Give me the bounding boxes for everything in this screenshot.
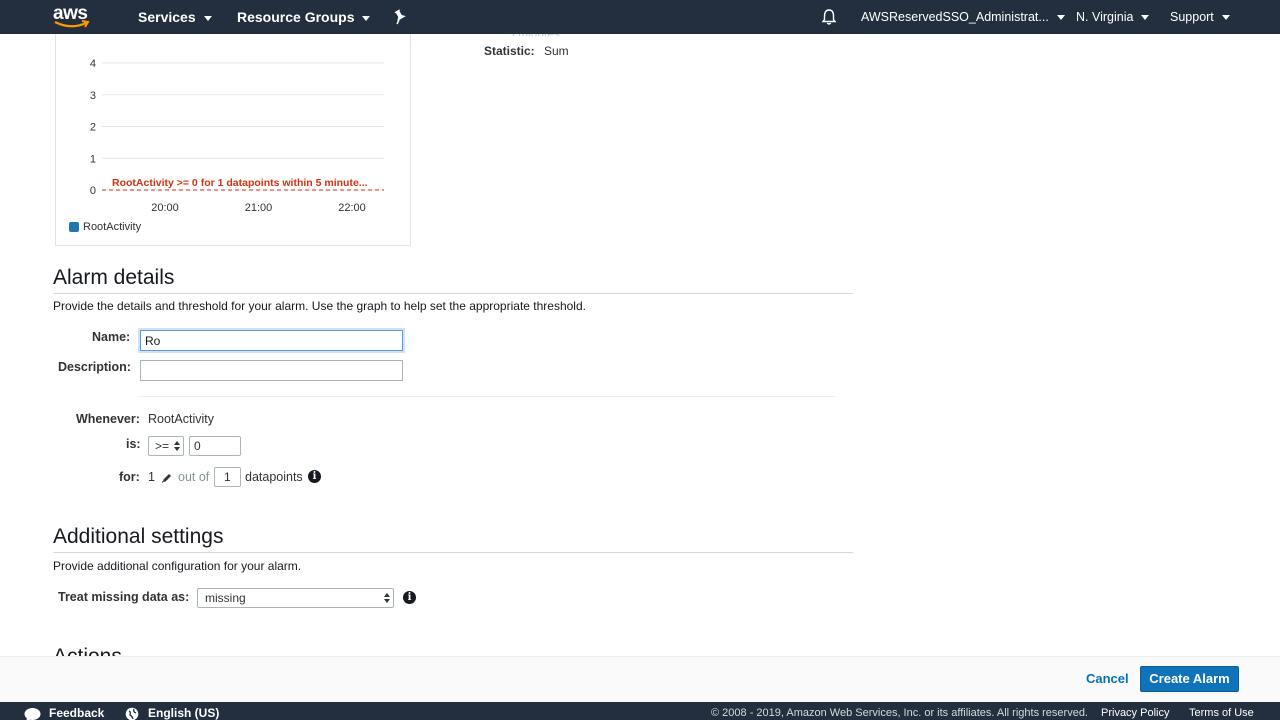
actions-title: Actions: [53, 645, 122, 656]
region-menu[interactable]: N. Virginia: [1076, 0, 1150, 34]
footer: Feedback English (US) © 2008 - 2019, Ama…: [0, 702, 1280, 720]
region-label: N. Virginia: [1076, 10, 1134, 24]
y-tick-label: 4: [90, 58, 96, 70]
language-selector[interactable]: English (US): [148, 706, 219, 720]
y-tick-label: 0: [90, 185, 96, 197]
aws-logo[interactable]: aws: [53, 3, 93, 29]
operator-select[interactable]: >=: [148, 436, 184, 456]
chevron-down-icon: [1056, 15, 1065, 21]
metric-info: Statistic: Sum: [484, 44, 569, 58]
select-arrows-icon: [174, 441, 180, 451]
section-divider: [53, 552, 853, 553]
resource-groups-label: Resource Groups: [237, 9, 355, 25]
feedback-link[interactable]: Feedback: [49, 706, 104, 720]
threshold-label: RootActivity >= 0 for 1 datapoints withi…: [112, 177, 368, 189]
pencil-icon[interactable]: [161, 472, 173, 484]
legend-label: RootActivity: [83, 221, 142, 233]
threshold-input[interactable]: 0: [189, 436, 241, 456]
form-divider: [139, 396, 835, 397]
missing-data-select[interactable]: missing: [197, 588, 394, 608]
terms-of-use-link[interactable]: Terms of Use: [1189, 707, 1254, 719]
out-of-text: out of: [178, 470, 210, 484]
copyright-text: © 2008 - 2019, Amazon Web Services, Inc.…: [711, 707, 1088, 719]
resource-groups-menu[interactable]: Resource Groups: [237, 0, 371, 34]
speech-bubble-icon: [24, 708, 41, 720]
support-menu[interactable]: Support: [1170, 0, 1230, 34]
x-tick-label: 20:00: [151, 202, 179, 214]
additional-settings-description: Provide additional configuration for you…: [53, 559, 302, 573]
y-tick-label: 1: [90, 153, 96, 165]
alarm-details-description: Provide the details and threshold for yo…: [53, 299, 586, 313]
datapoints-label: datapoints: [245, 470, 303, 484]
bell-icon[interactable]: [821, 8, 837, 26]
metric-chart-card: 0 1 2 3 4 20:00 21:00 22:00 RootActivity >= 0 fo…: [55, 30, 411, 246]
alarm-name-input[interactable]: [140, 330, 403, 351]
chevron-down-icon: [1141, 15, 1150, 21]
account-menu[interactable]: AWSReservedSSO_Administrat...: [861, 0, 1065, 34]
datapoints-value: 1: [224, 470, 231, 484]
y-tick-label: 3: [90, 90, 96, 102]
is-label: is:: [126, 437, 141, 451]
privacy-policy-link[interactable]: Privacy Policy: [1101, 707, 1169, 719]
chevron-down-icon: [203, 15, 212, 21]
alarm-description-input[interactable]: [140, 360, 403, 381]
additional-settings-title: Additional settings: [53, 525, 224, 548]
datapoints-input[interactable]: 1: [214, 467, 241, 487]
legend-swatch: [69, 222, 79, 232]
services-label: Services: [138, 9, 196, 25]
pin-icon[interactable]: [393, 9, 407, 25]
missing-data-label: Treat missing data as:: [58, 590, 190, 604]
description-label: Description:: [58, 360, 131, 374]
section-divider: [53, 293, 853, 294]
for-value: 1: [148, 470, 155, 484]
select-arrows-icon: [384, 593, 390, 603]
cancel-button[interactable]: Cancel: [1086, 671, 1129, 686]
support-label: Support: [1170, 10, 1214, 24]
for-label: for:: [119, 470, 140, 484]
name-label: Name:: [92, 330, 131, 344]
statistic-label: Statistic:: [484, 44, 535, 58]
threshold-value: 0: [194, 439, 201, 453]
chevron-down-icon: [1221, 15, 1230, 21]
statistic-value: Sum: [544, 44, 569, 58]
services-menu[interactable]: Services: [138, 0, 212, 34]
metric-chart: 0 1 2 3 4 20:00 21:00 22:00 RootActivity >= 0 fo…: [90, 58, 384, 214]
whenever-metric: RootActivity: [148, 412, 214, 426]
x-tick-label: 21:00: [245, 202, 273, 214]
missing-data-value: missing: [205, 591, 246, 605]
chart-legend[interactable]: RootActivity: [69, 221, 141, 233]
smile-arrow-icon: [54, 20, 90, 28]
account-label: AWSReservedSSO_Administrat...: [861, 10, 1049, 24]
create-alarm-button[interactable]: Create Alarm: [1140, 666, 1239, 692]
info-icon[interactable]: i: [308, 470, 321, 483]
alarm-details-title: Alarm details: [53, 266, 175, 289]
top-nav: aws Services Resource Groups AWSReserved…: [0, 0, 1280, 34]
whenever-label: Whenever:: [76, 412, 140, 426]
chevron-down-icon: [362, 15, 371, 21]
operator-value: >=: [155, 439, 170, 453]
globe-icon: [125, 707, 139, 720]
y-tick-label: 2: [90, 122, 96, 134]
x-tick-label: 22:00: [338, 202, 366, 214]
info-icon[interactable]: i: [403, 591, 416, 604]
